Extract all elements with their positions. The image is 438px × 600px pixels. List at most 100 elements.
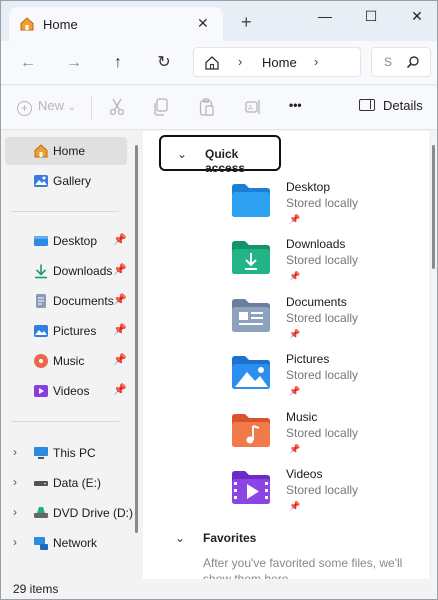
section-title: Favorites xyxy=(203,531,257,545)
pin-icon[interactable]: 📌 xyxy=(113,293,127,306)
chevron-right-icon[interactable]: › xyxy=(314,54,318,69)
expand-chevron-icon[interactable]: › xyxy=(13,445,17,459)
quick-access-header[interactable]: ⌄ Quick access xyxy=(159,135,281,175)
sidebar-item-label: Home xyxy=(53,144,86,158)
sidebar-item-videos[interactable]: Videos 📌 xyxy=(5,377,127,405)
videos-icon xyxy=(34,385,48,397)
sidebar-item-label: Desktop xyxy=(53,234,98,248)
gallery-icon xyxy=(34,175,48,187)
search-box[interactable]: S xyxy=(371,47,431,77)
more-options-button[interactable]: ••• xyxy=(289,98,302,112)
sidebar-item-documents[interactable]: Documents 📌 xyxy=(5,287,127,315)
main-content: ⌄ Quick access Desktop Stored locally 📌 … xyxy=(143,131,429,579)
details-button[interactable]: Details xyxy=(359,98,423,113)
expand-chevron-icon[interactable]: › xyxy=(13,535,17,549)
status-bar: 29 items xyxy=(1,579,437,599)
plus-circle-icon: + xyxy=(17,101,32,116)
sidebar-item-music[interactable]: Music 📌 xyxy=(5,347,127,375)
videos-folder-icon xyxy=(232,471,270,504)
divider xyxy=(91,96,92,120)
sidebar-item-this-pc[interactable]: › This PC xyxy=(5,439,127,467)
chevron-down-icon: ⌄ xyxy=(67,102,77,113)
downloads-folder-icon xyxy=(232,241,270,274)
item-name: Downloads xyxy=(286,237,346,251)
home-icon xyxy=(34,144,48,158)
sidebar-item-label: Music xyxy=(53,354,85,368)
details-pane-icon xyxy=(359,99,375,111)
chevron-right-icon[interactable]: › xyxy=(238,54,242,69)
maximize-button[interactable]: ☐ xyxy=(361,7,381,27)
item-status: Stored locally xyxy=(286,426,359,440)
favorites-header[interactable]: ⌄ Favorites xyxy=(159,521,281,557)
file-explorer-window: Home ✕ + — ☐ ✕ ← → ↑ ↻ › Home › S + New … xyxy=(0,0,438,600)
sidebar-item-label: Data (E:) xyxy=(53,476,102,490)
up-button[interactable]: ↑ xyxy=(107,53,129,73)
pin-icon: 📌 xyxy=(289,271,301,281)
sidebar-item-pictures[interactable]: Pictures 📌 xyxy=(5,317,127,345)
item-name: Documents xyxy=(286,295,347,309)
documents-icon xyxy=(36,294,46,308)
new-button[interactable]: + New ⌄ xyxy=(17,98,76,116)
paste-icon[interactable] xyxy=(199,98,215,116)
svg-text:A: A xyxy=(248,104,253,112)
new-tab-button[interactable]: + xyxy=(241,13,252,31)
pin-icon: 📌 xyxy=(289,501,301,511)
pin-icon: 📌 xyxy=(289,444,301,454)
pin-icon[interactable]: 📌 xyxy=(113,353,127,366)
sidebar-item-network[interactable]: › Network xyxy=(5,529,127,557)
minimize-button[interactable]: — xyxy=(315,7,335,27)
pin-icon[interactable]: 📌 xyxy=(113,383,127,396)
sidebar-item-desktop[interactable]: Desktop 📌 xyxy=(5,227,127,255)
drive-icon xyxy=(34,481,48,486)
sidebar-item-dvd-drive[interactable]: › DVD Drive (D:) xyxy=(5,499,133,527)
copy-icon[interactable] xyxy=(153,98,169,116)
network-icon xyxy=(34,537,48,550)
divider xyxy=(11,421,119,422)
close-window-button[interactable]: ✕ xyxy=(407,7,427,27)
chevron-down-icon: ⌄ xyxy=(177,147,188,161)
sidebar-scrollbar[interactable] xyxy=(135,145,138,533)
downloads-icon xyxy=(35,264,47,279)
tab-home[interactable]: Home ✕ xyxy=(9,7,223,41)
address-bar[interactable]: › Home › xyxy=(193,47,361,77)
quick-access-item-music[interactable]: Music Stored locally 📌 xyxy=(231,410,421,466)
item-status: Stored locally xyxy=(286,196,359,210)
home-icon xyxy=(20,17,34,31)
rename-icon[interactable]: A xyxy=(245,98,263,116)
back-button[interactable]: ← xyxy=(17,53,39,73)
quick-access-item-downloads[interactable]: Downloads Stored locally 📌 xyxy=(231,237,421,293)
refresh-button[interactable]: ↻ xyxy=(153,53,175,73)
documents-folder-icon xyxy=(232,299,270,332)
pin-icon: 📌 xyxy=(289,386,301,396)
quick-access-item-desktop[interactable]: Desktop Stored locally 📌 xyxy=(231,180,421,236)
item-status: Stored locally xyxy=(286,311,359,325)
chevron-down-icon: ⌄ xyxy=(175,531,186,545)
cut-icon[interactable] xyxy=(109,98,125,116)
quick-access-item-documents[interactable]: Documents Stored locally 📌 xyxy=(231,295,421,351)
pin-icon[interactable]: 📌 xyxy=(113,233,127,246)
item-status: Stored locally xyxy=(286,483,359,497)
tab-close-icon[interactable]: ✕ xyxy=(197,15,209,32)
forward-button[interactable]: → xyxy=(63,53,85,73)
expand-chevron-icon[interactable]: › xyxy=(13,475,17,489)
search-input-text[interactable]: S xyxy=(384,55,392,69)
music-folder-icon xyxy=(232,414,270,447)
sidebar-item-label: Documents xyxy=(53,294,114,308)
main-scrollbar[interactable] xyxy=(432,145,435,269)
command-bar: + New ⌄ A ••• Details xyxy=(1,86,437,130)
quick-access-item-pictures[interactable]: Pictures Stored locally 📌 xyxy=(231,352,421,408)
address-text[interactable]: Home xyxy=(262,55,297,70)
sidebar-item-data-e[interactable]: › Data (E:) xyxy=(5,469,127,497)
pin-icon[interactable]: 📌 xyxy=(113,263,127,276)
sidebar-item-label: This PC xyxy=(53,446,96,460)
item-name: Music xyxy=(286,410,318,424)
search-icon xyxy=(406,56,419,69)
quick-access-item-videos[interactable]: Videos Stored locally 📌 xyxy=(231,467,421,523)
sidebar-item-home[interactable]: Home xyxy=(5,137,127,165)
sidebar-item-downloads[interactable]: Downloads 📌 xyxy=(5,257,127,285)
expand-chevron-icon[interactable]: › xyxy=(13,505,17,519)
sidebar-item-label: Videos xyxy=(53,384,90,398)
pin-icon: 📌 xyxy=(289,329,301,339)
pin-icon[interactable]: 📌 xyxy=(113,323,127,336)
sidebar-item-gallery[interactable]: Gallery xyxy=(5,167,127,195)
